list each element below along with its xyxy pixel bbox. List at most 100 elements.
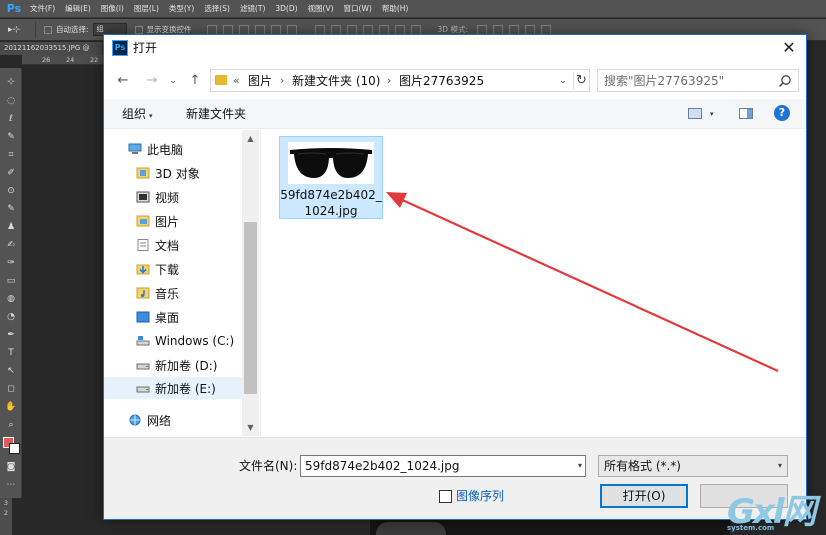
open-button[interactable]: 打开(O) — [600, 484, 688, 508]
distribute-bottom-icon[interactable] — [346, 24, 357, 35]
menu-3d[interactable]: 3D(D) — [275, 4, 297, 13]
marquee-tool-icon[interactable]: ◌ — [4, 95, 18, 107]
path-select-tool-icon[interactable]: ↖ — [4, 365, 18, 377]
menu-help[interactable]: 帮助(H) — [382, 3, 409, 14]
gradient-tool-icon[interactable]: ▭ — [4, 275, 18, 287]
menu-view[interactable]: 视图(V) — [308, 3, 334, 14]
overflow-icon[interactable]: « — [233, 73, 240, 89]
eyedropper-tool-icon[interactable]: ✐ — [4, 167, 18, 179]
address-bar[interactable]: « 图片 › 新建文件夹 (10) › 图片27763925 ⌄ ↻ — [210, 69, 590, 92]
menu-file[interactable]: 文件(F) — [30, 3, 55, 14]
recent-locations-icon[interactable]: ⌄ — [167, 71, 179, 91]
preview-pane-icon[interactable] — [739, 108, 753, 119]
tree-item-this-pc[interactable]: 此电脑 — [128, 138, 183, 160]
blur-tool-icon[interactable]: ◍ — [4, 293, 18, 305]
menu-layer[interactable]: 图层(L) — [134, 3, 159, 14]
tree-item-3d-objects[interactable]: 3D 对象 — [136, 162, 200, 184]
3d-slide-icon[interactable] — [525, 24, 535, 35]
new-folder-button[interactable]: 新建文件夹 — [186, 106, 246, 122]
quick-mask-icon[interactable]: ◙ — [4, 461, 18, 473]
breadcrumb-separator[interactable]: › — [387, 73, 391, 89]
screen-mode-icon[interactable]: ⋯ — [4, 479, 18, 491]
file-item-selected[interactable]: 59fd874e2b402_1024.jpg — [279, 136, 383, 219]
align-bottom-icon[interactable] — [238, 24, 249, 35]
forward-arrow-icon[interactable]: → — [142, 71, 162, 91]
scrollbar-thumb[interactable] — [244, 222, 257, 394]
scroll-down-icon[interactable]: ▼ — [242, 419, 259, 436]
move-tool-icon[interactable]: ⊹ — [4, 76, 18, 88]
search-input[interactable]: 搜索"图片27763925" — [597, 69, 799, 92]
tree-item-drive-c[interactable]: Windows (C:) — [136, 330, 234, 352]
dialog-titlebar[interactable]: Ps 打开 ✕ — [104, 35, 806, 61]
dodge-tool-icon[interactable]: ◔ — [4, 311, 18, 323]
chevron-down-icon[interactable]: ▾ — [710, 106, 714, 122]
chevron-down-icon[interactable]: ▾ — [778, 458, 782, 474]
tree-item-downloads[interactable]: 下载 — [136, 258, 179, 280]
file-type-select[interactable]: 所有格式 (*.*) ▾ — [598, 455, 788, 477]
breadcrumb-pictures[interactable]: 图片 — [248, 73, 272, 89]
lasso-tool-icon[interactable]: ℓ — [4, 113, 18, 125]
menu-type[interactable]: 类型(Y) — [169, 3, 194, 14]
tree-item-drive-e[interactable]: 新加卷 (E:) — [104, 377, 242, 399]
tree-item-pictures[interactable]: 图片 — [136, 210, 179, 232]
help-icon[interactable]: ? — [774, 105, 790, 121]
distribute-center-icon[interactable] — [378, 24, 389, 35]
align-top-icon[interactable] — [206, 24, 217, 35]
healing-tool-icon[interactable]: ⊙ — [4, 185, 18, 197]
background-color-swatch[interactable] — [9, 443, 20, 454]
up-arrow-icon[interactable]: ↑ — [185, 71, 205, 91]
organize-button[interactable]: 组织 ▾ — [122, 106, 153, 124]
scroll-up-icon[interactable]: ▲ — [242, 130, 259, 147]
history-brush-tool-icon[interactable]: ✍ — [4, 239, 18, 251]
tree-item-video[interactable]: 视频 — [136, 186, 179, 208]
type-tool-icon[interactable]: T — [4, 347, 18, 359]
align-left-icon[interactable] — [254, 24, 265, 35]
menu-filter[interactable]: 滤镜(T) — [240, 3, 265, 14]
tree-item-documents[interactable]: 文档 — [136, 234, 179, 256]
stamp-tool-icon[interactable]: ♟ — [4, 221, 18, 233]
distribute-middle-icon[interactable] — [330, 24, 341, 35]
close-icon[interactable]: ✕ — [772, 35, 806, 61]
menu-window[interactable]: 窗口(W) — [344, 3, 372, 14]
breadcrumb-separator[interactable]: › — [280, 73, 284, 89]
auto-select-checkbox[interactable] — [44, 25, 52, 34]
navigation-scrollbar[interactable]: ▲ ▼ — [242, 130, 259, 436]
3d-rotate-icon[interactable] — [477, 24, 487, 35]
3d-scale-icon[interactable] — [541, 24, 551, 35]
tree-item-desktop[interactable]: 桌面 — [136, 306, 179, 328]
align-middle-icon[interactable] — [222, 24, 233, 35]
pen-tool-icon[interactable]: ✒ — [4, 329, 18, 341]
distribute-top-icon[interactable] — [314, 24, 325, 35]
filename-field[interactable]: 59fd874e2b402_1024.jpg ▾ — [300, 455, 586, 477]
change-view-icon[interactable] — [688, 108, 702, 119]
shape-tool-icon[interactable]: ◻ — [4, 383, 18, 395]
move-tool-icon[interactable]: ▸⊹ — [8, 21, 36, 38]
3d-drag-icon[interactable] — [509, 24, 519, 35]
chevron-down-icon[interactable]: ▾ — [578, 458, 582, 474]
menu-image[interactable]: 图像(I) — [101, 3, 124, 14]
distribute-right-icon[interactable] — [394, 24, 405, 35]
align-right-icon[interactable] — [286, 24, 297, 35]
3d-roll-icon[interactable] — [493, 24, 503, 35]
brush-tool-icon[interactable]: ✎ — [4, 203, 18, 215]
quick-select-tool-icon[interactable]: ✎ — [4, 131, 18, 143]
refresh-icon[interactable]: ↻ — [573, 72, 589, 90]
show-transform-checkbox[interactable] — [134, 25, 143, 34]
align-center-icon[interactable] — [270, 24, 281, 35]
tree-item-drive-d[interactable]: 新加卷 (D:) — [136, 354, 217, 376]
breadcrumb-current-folder[interactable]: 图片27763925 — [399, 73, 484, 89]
image-sequence-label[interactable]: 图像序列 — [456, 488, 504, 504]
chevron-down-icon[interactable]: ⌄ — [556, 73, 570, 89]
tree-item-network[interactable]: 网络 — [128, 409, 171, 431]
image-sequence-checkbox[interactable] — [439, 490, 452, 503]
breadcrumb-new-folder[interactable]: 新建文件夹 (10) — [292, 73, 380, 89]
hand-tool-icon[interactable]: ✋ — [4, 401, 18, 413]
back-arrow-icon[interactable]: ← — [113, 71, 133, 91]
eraser-tool-icon[interactable]: ✑ — [4, 257, 18, 269]
zoom-tool-icon[interactable]: ⌕ — [4, 419, 18, 431]
menu-select[interactable]: 选择(S) — [204, 3, 230, 14]
document-tab[interactable]: 20121162033515.JPG @ — [0, 42, 103, 55]
menu-edit[interactable]: 编辑(E) — [65, 3, 91, 14]
tree-item-music[interactable]: 音乐 — [136, 282, 179, 304]
crop-tool-icon[interactable]: ⌗ — [4, 149, 18, 161]
